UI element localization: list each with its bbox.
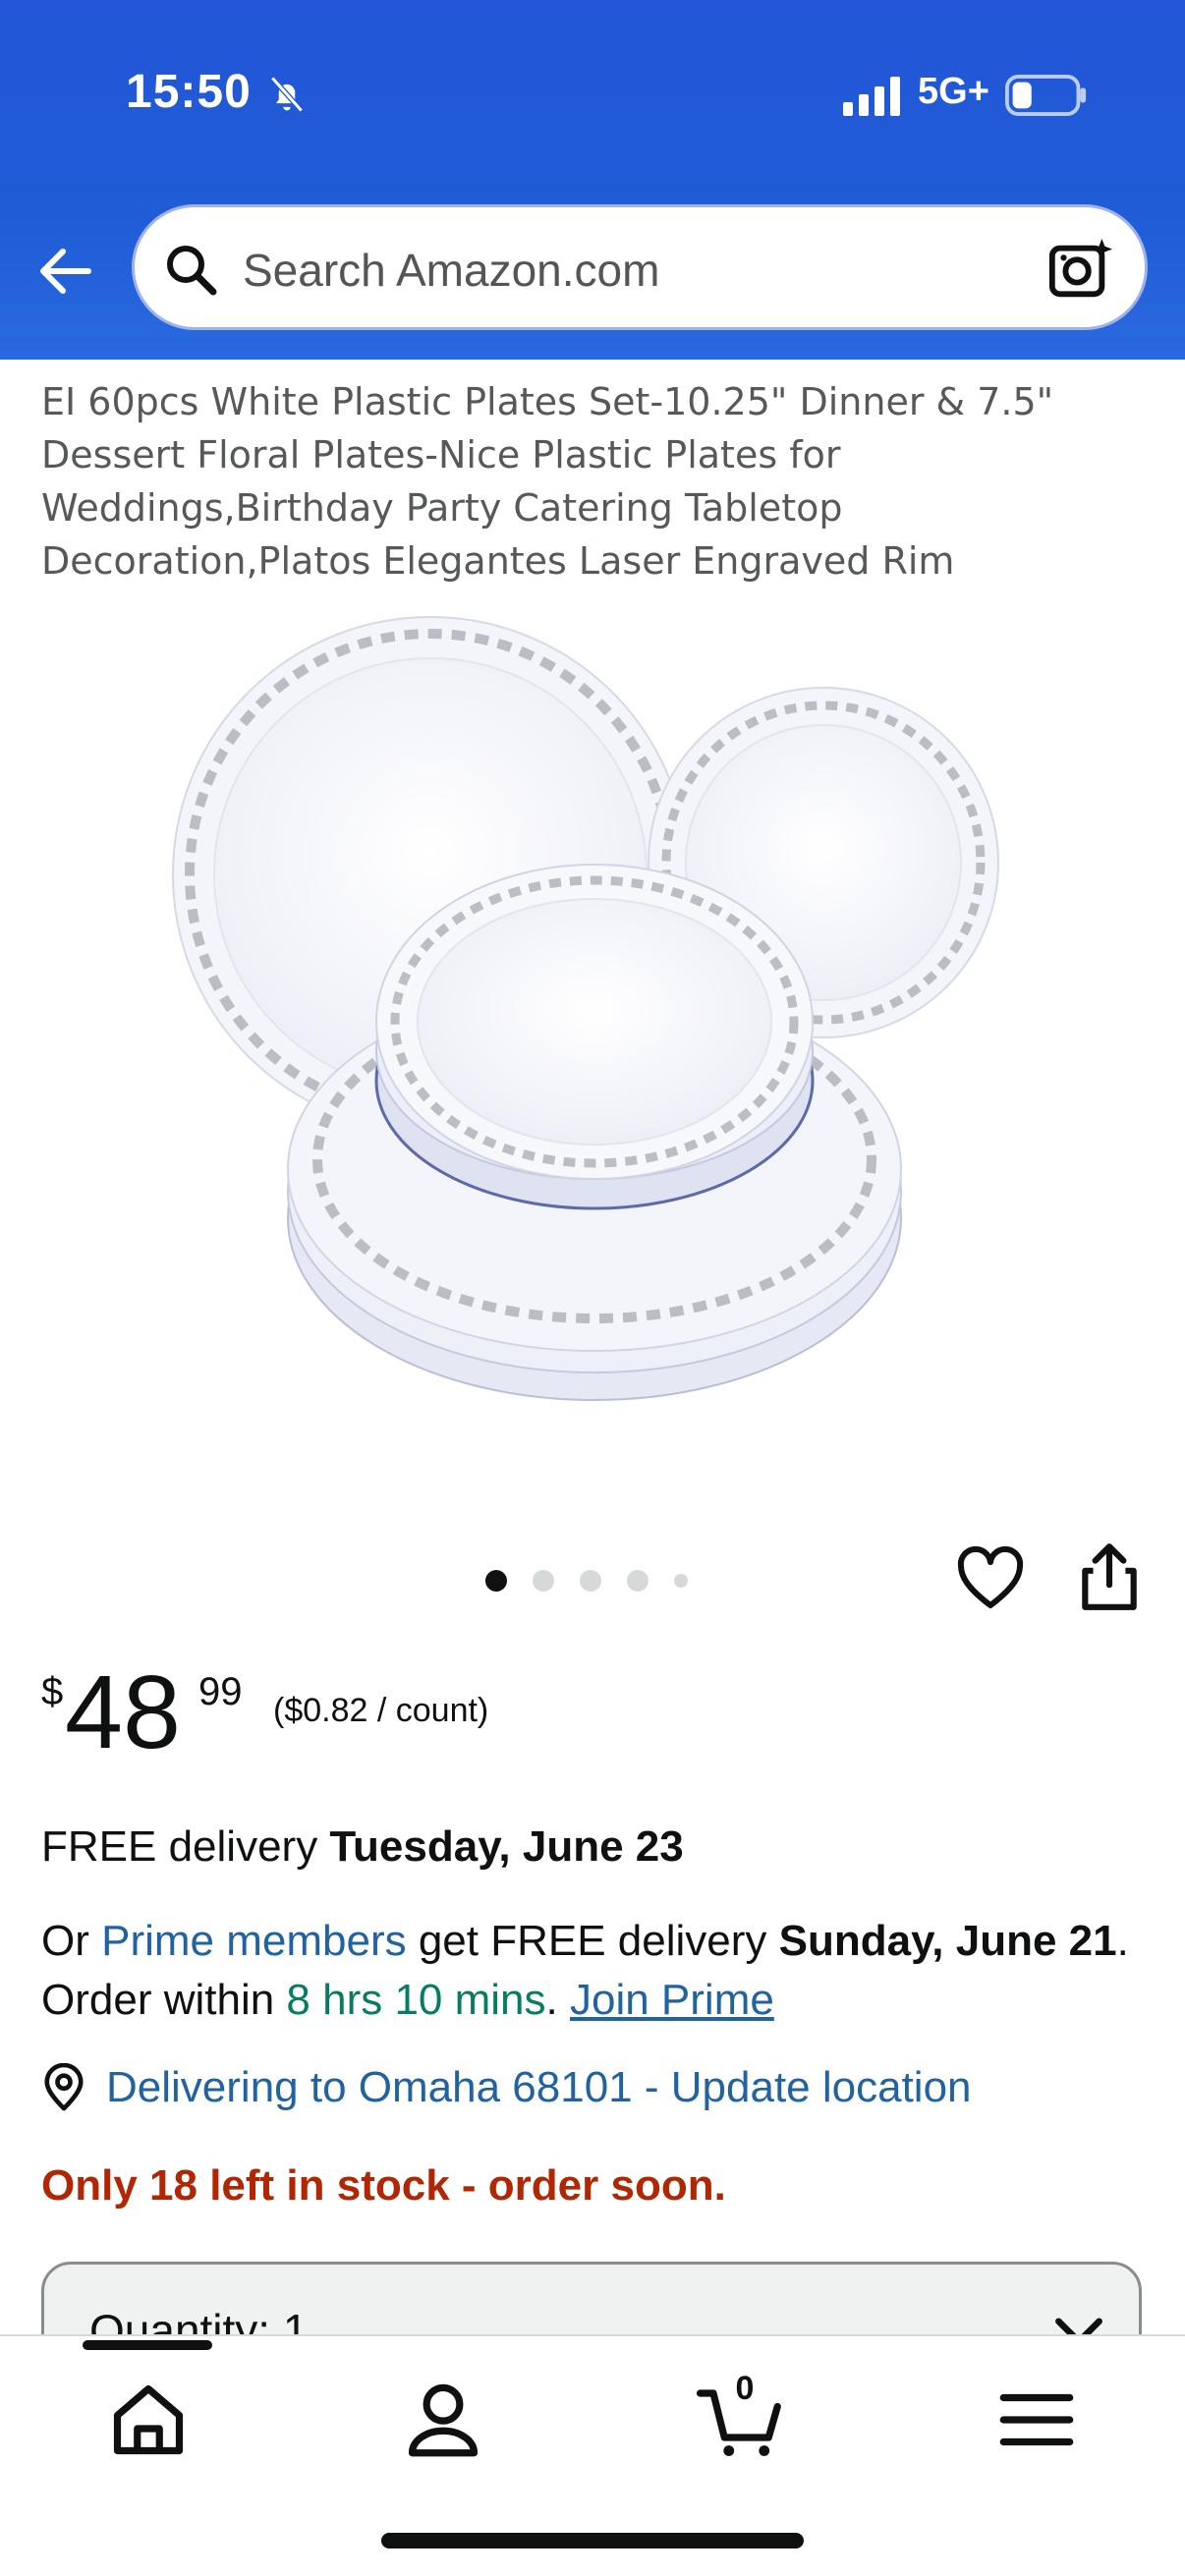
location-pin-icon — [44, 2063, 84, 2111]
active-tab-indicator — [83, 2340, 212, 2350]
prime-members-link[interactable]: Prime members — [101, 1917, 407, 1965]
cart-count: 0 — [735, 2370, 755, 2407]
top-header: 15:50 5G+ — [0, 0, 1185, 360]
stock-warning: Only 18 left in stock - order soon. — [41, 2161, 726, 2210]
price-whole: 48 — [65, 1654, 181, 1770]
bell-off-icon — [270, 76, 304, 113]
delivery-date: Tuesday, June 23 — [329, 1822, 684, 1871]
location-text[interactable]: Delivering to Omaha 68101 - Update locat… — [106, 2063, 972, 2112]
product-image[interactable] — [167, 589, 1022, 1474]
account-icon[interactable] — [399, 2376, 487, 2464]
image-carousel-dots[interactable] — [485, 1568, 688, 1594]
carousel-dot[interactable] — [580, 1570, 601, 1592]
join-prime-link[interactable]: Join Prime — [570, 1976, 774, 2024]
price-symbol: $ — [41, 1670, 64, 1713]
signal-icon — [843, 77, 900, 116]
delivery-info: FREE delivery Tuesday, June 23 — [41, 1818, 684, 1876]
delivery-prefix: FREE delivery — [41, 1822, 330, 1871]
home-icon[interactable] — [104, 2376, 193, 2464]
cart-button[interactable]: 0 — [696, 2370, 784, 2464]
home-indicator — [381, 2533, 804, 2548]
prime-date: Sunday, June 21 — [778, 1917, 1117, 1965]
search-input[interactable] — [243, 237, 989, 304]
carousel-dot[interactable] — [674, 1574, 688, 1588]
prime-middle: get FREE delivery — [406, 1917, 779, 1965]
carousel-dot[interactable] — [533, 1570, 554, 1592]
unit-price: ($0.82 / count) — [273, 1692, 489, 1729]
search-icon[interactable] — [164, 243, 219, 298]
prime-delivery-info: Or Prime members get FREE delivery Sunda… — [41, 1912, 1152, 2030]
price-fraction: 99 — [198, 1670, 243, 1713]
heart-icon[interactable] — [955, 1544, 1026, 1615]
carousel-dot[interactable] — [627, 1570, 649, 1592]
delivery-location[interactable]: Delivering to Omaha 68101 - Update locat… — [41, 2063, 972, 2112]
camera-search-icon[interactable] — [1046, 235, 1115, 304]
prime-or: Or — [41, 1917, 102, 1965]
back-arrow-icon[interactable] — [33, 240, 96, 303]
network-label: 5G+ — [918, 71, 989, 112]
carousel-dot[interactable] — [485, 1570, 507, 1592]
search-bar[interactable] — [132, 204, 1148, 330]
product-title[interactable]: EI 60pcs White Plastic Plates Set-10.25"… — [41, 375, 1063, 588]
battery-icon — [1005, 75, 1087, 116]
status-time: 15:50 — [126, 66, 252, 118]
prime-period: . — [545, 1976, 570, 2024]
share-icon[interactable] — [1077, 1540, 1142, 1613]
menu-icon[interactable] — [992, 2376, 1081, 2464]
countdown: 8 hrs 10 mins — [286, 1976, 546, 2024]
